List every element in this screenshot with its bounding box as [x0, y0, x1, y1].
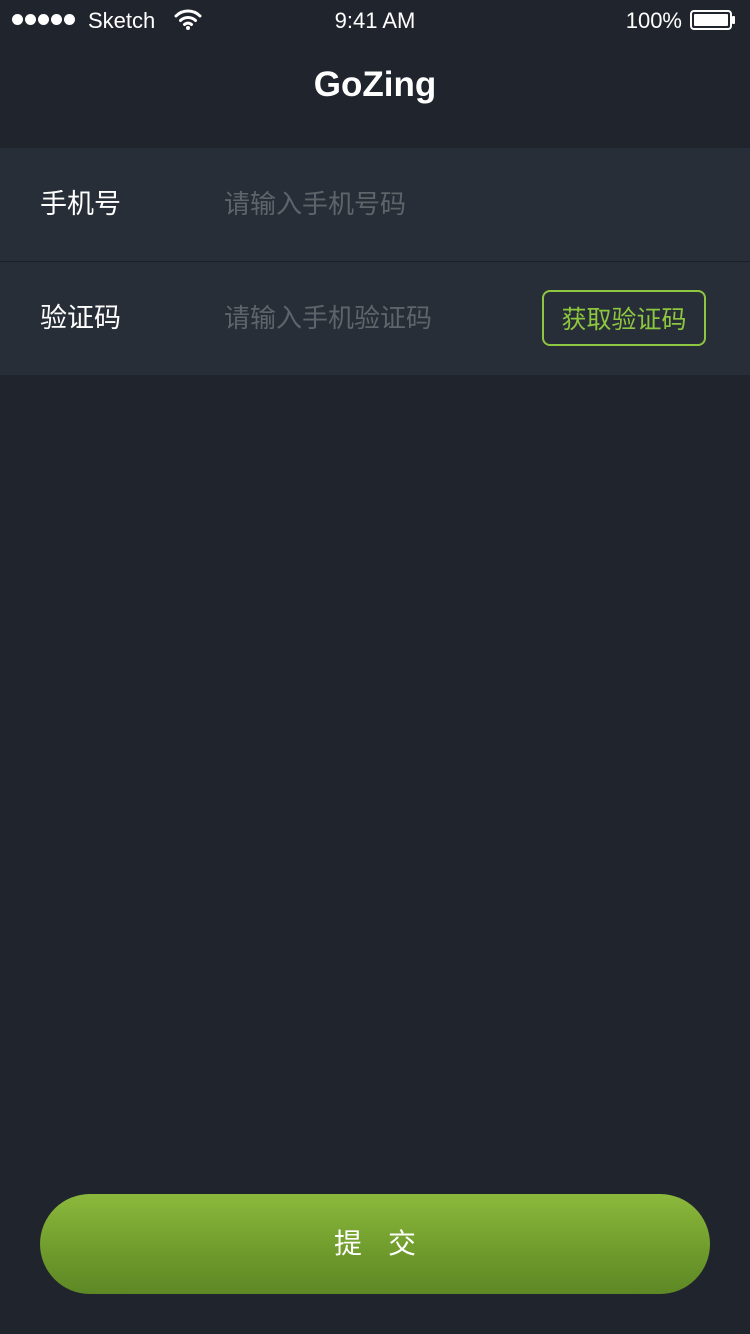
- battery-percentage: 100%: [625, 8, 682, 33]
- phone-input[interactable]: [224, 180, 524, 230]
- code-input[interactable]: [224, 294, 524, 344]
- login-form: 手机号 验证码 获取验证码: [0, 148, 750, 375]
- code-label: 验证码: [40, 303, 121, 334]
- page-title: GoZing: [313, 65, 437, 104]
- submit-button[interactable]: 提交: [40, 1194, 710, 1294]
- status-bar: Sketch 9:41 AM 100%: [0, 0, 750, 40]
- battery-icon: [690, 10, 735, 30]
- phone-label: 手机号: [40, 189, 121, 220]
- code-row: 验证码 获取验证码: [0, 261, 750, 375]
- get-code-button[interactable]: 获取验证码: [542, 290, 706, 346]
- phone-row: 手机号: [0, 148, 750, 261]
